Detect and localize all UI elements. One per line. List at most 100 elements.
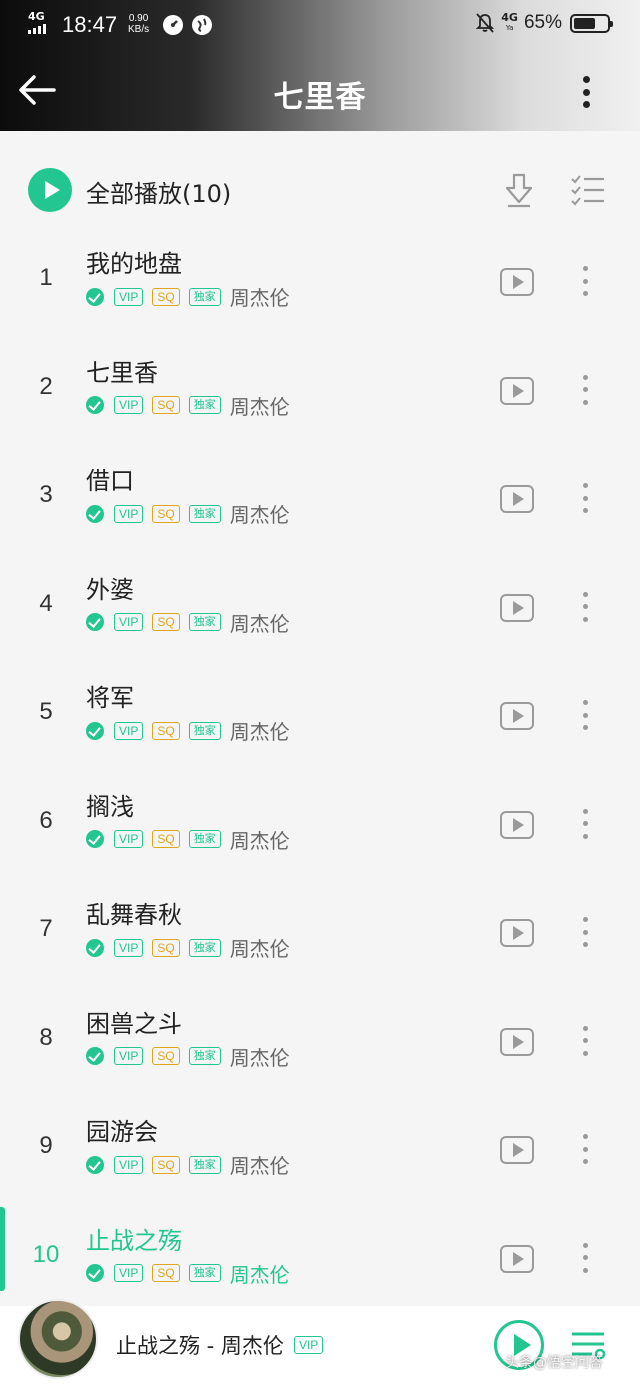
mv-play-icon[interactable] [500, 1027, 534, 1056]
song-more-icon[interactable] [580, 483, 590, 513]
vip-tag: VIP [114, 1047, 144, 1065]
sq-tag: SQ [152, 938, 180, 957]
multi-select-icon[interactable] [570, 174, 606, 206]
mv-play-icon[interactable] [500, 485, 534, 513]
song-more-icon[interactable] [580, 1025, 590, 1056]
song-artist[interactable]: 周杰伦 [230, 1150, 290, 1179]
vip-tag: VIP [114, 1264, 144, 1282]
song-more-icon[interactable] [580, 917, 590, 947]
song-title[interactable]: 园游会 [86, 1112, 158, 1147]
mv-play-icon[interactable] [500, 702, 534, 730]
mv-play-icon[interactable] [500, 810, 534, 839]
song-meta: VIP SQ 独家 周杰伦 [86, 1259, 290, 1288]
song-row[interactable]: 5 将军 VIP SQ 独家 周杰伦 [0, 664, 640, 773]
downloaded-check-icon [86, 830, 104, 848]
play-circle-icon[interactable] [28, 168, 72, 212]
speed-unit: KB/s [128, 24, 150, 35]
exclusive-tag: 独家 [188, 1264, 221, 1282]
mv-play-icon[interactable] [500, 593, 534, 622]
play-all-row[interactable]: 全部播放(10) [0, 148, 640, 230]
song-artist[interactable]: 周杰伦 [230, 825, 290, 854]
song-more-icon[interactable] [580, 1242, 590, 1273]
album-cover[interactable] [18, 1299, 98, 1379]
speed-value: 0.90 [128, 13, 149, 24]
download-icon[interactable] [503, 172, 535, 208]
song-artist[interactable]: 周杰伦 [230, 1042, 290, 1071]
song-artist[interactable]: 周杰伦 [230, 282, 290, 311]
downloaded-check-icon [86, 721, 104, 740]
song-number: 2 [39, 372, 53, 400]
song-row[interactable]: 1 我的地盘 VIP SQ 独家 周杰伦 [0, 230, 640, 339]
song-title[interactable]: 七里香 [86, 353, 158, 388]
song-more-icon[interactable] [580, 374, 590, 405]
song-number: 10 [32, 1240, 60, 1268]
song-row[interactable]: 6 搁浅 VIP SQ 独家 周杰伦 [0, 773, 640, 882]
song-row[interactable]: 2 七里香 VIP SQ 独家 周杰伦 [0, 339, 640, 448]
battery-percent: 65% [523, 12, 562, 33]
song-more-icon[interactable] [580, 266, 590, 296]
song-meta: VIP SQ 独家 周杰伦 [86, 933, 290, 962]
song-row[interactable]: 9 园游会 VIP SQ 独家 周杰伦 [0, 1098, 640, 1207]
sq-tag: SQ [152, 396, 180, 414]
play-all-label[interactable]: 全部播放(10) [86, 174, 231, 209]
mini-player[interactable]: 止战之殇 - 周杰伦 VIP [0, 1299, 640, 1387]
song-title[interactable]: 我的地盘 [86, 244, 182, 279]
now-playing-info[interactable]: 止战之殇 - 周杰伦 VIP [116, 1330, 332, 1360]
vip-tag: VIP [114, 613, 144, 631]
song-row[interactable]: 7 乱舞春秋 VIP SQ 独家 周杰伦 [0, 881, 640, 990]
song-meta: VIP SQ 独家 周杰伦 [86, 499, 290, 528]
song-number: 7 [39, 915, 53, 942]
mv-play-icon[interactable] [500, 268, 534, 296]
song-title[interactable]: 乱舞春秋 [86, 895, 182, 930]
song-artist[interactable]: 周杰伦 [230, 933, 290, 962]
song-more-icon[interactable] [580, 591, 590, 622]
song-more-icon[interactable] [580, 808, 590, 839]
mv-play-icon[interactable] [500, 376, 534, 405]
sq-tag: SQ [152, 1047, 180, 1065]
exclusive-tag: 独家 [188, 721, 221, 740]
mv-play-icon[interactable] [500, 1244, 534, 1273]
song-artist[interactable]: 周杰伦 [230, 1259, 290, 1288]
now-playing-title: 止战之殇 - 周杰伦 [116, 1334, 284, 1358]
song-title[interactable]: 借口 [86, 461, 134, 496]
globe-icon [192, 15, 212, 35]
exclusive-tag: 独家 [188, 938, 221, 957]
song-meta: VIP SQ 独家 周杰伦 [86, 716, 290, 745]
status-bar: 4G 18:47 0.90 KB/s 4G Ya 65% [0, 0, 640, 50]
song-more-icon[interactable] [580, 1134, 590, 1164]
song-number: 5 [39, 698, 53, 725]
song-row[interactable]: 3 借口 VIP SQ 独家 周杰伦 [0, 447, 640, 556]
sq-tag: SQ [152, 504, 180, 523]
downloaded-check-icon [86, 1155, 104, 1174]
song-number: 3 [39, 481, 53, 508]
song-title[interactable]: 止战之殇 [86, 1221, 182, 1256]
vip-tag: VIP [114, 830, 144, 848]
song-more-icon[interactable] [580, 700, 590, 730]
song-title[interactable]: 困兽之斗 [86, 1004, 182, 1039]
song-row[interactable]: 4 外婆 VIP SQ 独家 周杰伦 [0, 556, 640, 665]
vip-tag: VIP [114, 938, 144, 957]
song-row[interactable]: 10 止战之殇 VIP SQ 独家 周杰伦 [0, 1206, 640, 1316]
mv-play-icon[interactable] [500, 919, 534, 947]
page-title: 七里香 [273, 80, 367, 115]
downloaded-check-icon [86, 613, 104, 631]
downloaded-check-icon [86, 1047, 104, 1065]
song-meta: VIP SQ 独家 周杰伦 [86, 825, 290, 854]
network-type-right: 4G Ya [501, 11, 518, 32]
more-vertical-icon[interactable] [580, 74, 592, 110]
signal-icon: 4G [28, 10, 54, 36]
song-number: 8 [39, 1023, 53, 1051]
song-title[interactable]: 外婆 [86, 570, 134, 605]
song-artist[interactable]: 周杰伦 [230, 716, 290, 745]
exclusive-tag: 独家 [188, 1155, 221, 1174]
song-title[interactable]: 将军 [86, 678, 134, 713]
sq-tag: SQ [152, 721, 180, 740]
song-artist[interactable]: 周杰伦 [230, 391, 290, 420]
song-artist[interactable]: 周杰伦 [230, 608, 290, 637]
song-title[interactable]: 搁浅 [86, 787, 134, 822]
song-artist[interactable]: 周杰伦 [230, 499, 290, 528]
song-row[interactable]: 8 困兽之斗 VIP SQ 独家 周杰伦 [0, 990, 640, 1099]
downloaded-check-icon [86, 938, 104, 957]
network-speed: 0.90 KB/s [128, 13, 149, 35]
mv-play-icon[interactable] [500, 1136, 534, 1164]
